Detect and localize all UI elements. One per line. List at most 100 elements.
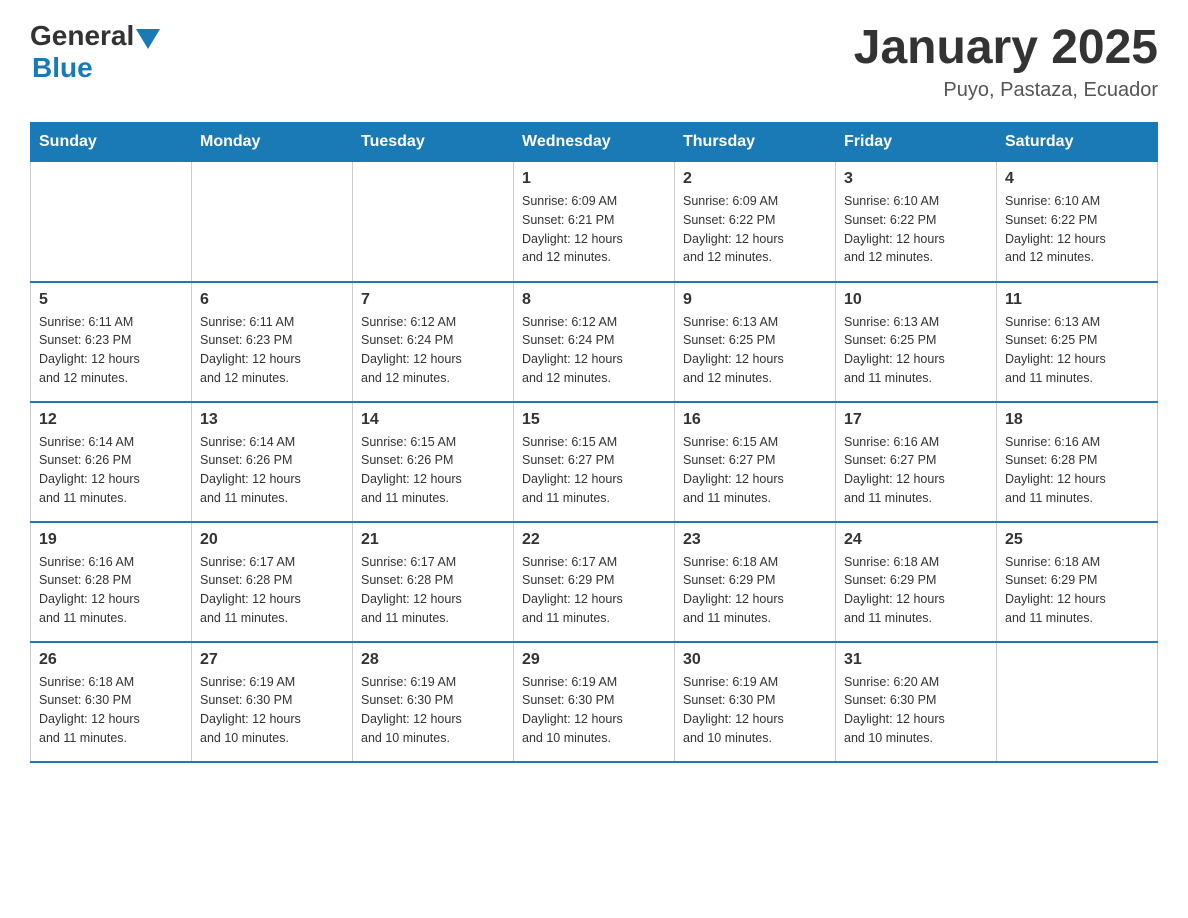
week-row-1: 1 Sunrise: 6:09 AMSunset: 6:21 PMDaylight…: [31, 162, 1158, 282]
week-row-3: 12Sunrise: 6:14 AMSunset: 6:26 PMDayligh…: [31, 402, 1158, 522]
page-header: General Blue January 2025 Puyo, Pastaza,…: [30, 20, 1158, 102]
day-info: Sunrise: 6:18 AMSunset: 6:29 PMDaylight:…: [683, 553, 827, 628]
day-info: Sunrise: 6:16 AMSunset: 6:27 PMDaylight:…: [844, 433, 988, 508]
calendar-cell: 15 Sunrise: 6:15 AMSunset: 6:27 PMDayligh…: [514, 402, 675, 522]
day-info: Sunrise: 6:19 AMSunset: 6:30 PMDaylight:…: [683, 673, 827, 748]
day-number: 13: [200, 411, 344, 429]
day-info: Sunrise: 6:18 AMSunset: 6:29 PMDaylight:…: [844, 553, 988, 628]
day-info: Sunrise: 6:11 AMSunset: 6:23 PMDaylight:…: [200, 313, 344, 388]
title-block: January 2025 Puyo, Pastaza, Ecuador: [854, 20, 1158, 102]
day-info: Sunrise: 6:15 AMSunset: 6:26 PMDaylight:…: [361, 433, 505, 508]
day-number: 6: [200, 291, 344, 309]
week-row-2: 5Sunrise: 6:11 AMSunset: 6:23 PMDaylight…: [31, 282, 1158, 402]
day-number: 30: [683, 651, 827, 669]
day-number: 28: [361, 651, 505, 669]
day-number: 22: [522, 531, 666, 549]
week-row-4: 19 Sunrise: 6:16 AMSunset: 6:28 PMDayligh…: [31, 522, 1158, 642]
day-info: Sunrise: 6:18 AMSunset: 6:30 PMDaylight:…: [39, 673, 183, 748]
calendar-title: January 2025: [854, 20, 1158, 75]
calendar-cell: 16 Sunrise: 6:15 AMSunset: 6:27 PMDayligh…: [675, 402, 836, 522]
day-info: Sunrise: 6:13 AMSunset: 6:25 PMDaylight:…: [844, 313, 988, 388]
calendar-cell: 22Sunrise: 6:17 AMSunset: 6:29 PMDayligh…: [514, 522, 675, 642]
calendar-header: SundayMondayTuesdayWednesdayThursdayFrid…: [31, 123, 1158, 162]
calendar-cell: 11Sunrise: 6:13 AMSunset: 6:25 PMDayligh…: [997, 282, 1158, 402]
day-number: 19: [39, 531, 183, 549]
calendar-cell: 27 Sunrise: 6:19 AMSunset: 6:30 PMDayligh…: [192, 642, 353, 762]
calendar-cell: 4Sunrise: 6:10 AMSunset: 6:22 PMDaylight…: [997, 162, 1158, 282]
calendar-subtitle: Puyo, Pastaza, Ecuador: [854, 79, 1158, 102]
days-of-week-row: SundayMondayTuesdayWednesdayThursdayFrid…: [31, 123, 1158, 162]
calendar-cell: [353, 162, 514, 282]
day-number: 18: [1005, 411, 1149, 429]
day-number: 2: [683, 170, 827, 188]
day-number: 26: [39, 651, 183, 669]
logo-general-text: General: [30, 20, 134, 52]
calendar-cell: 3 Sunrise: 6:10 AMSunset: 6:22 PMDaylight…: [836, 162, 997, 282]
day-number: 31: [844, 651, 988, 669]
day-info: Sunrise: 6:16 AMSunset: 6:28 PMDaylight:…: [1005, 433, 1149, 508]
day-info: Sunrise: 6:13 AMSunset: 6:25 PMDaylight:…: [683, 313, 827, 388]
calendar-cell: 2 Sunrise: 6:09 AMSunset: 6:22 PMDaylight…: [675, 162, 836, 282]
calendar-cell: 6 Sunrise: 6:11 AMSunset: 6:23 PMDaylight…: [192, 282, 353, 402]
day-number: 23: [683, 531, 827, 549]
calendar-cell: 12Sunrise: 6:14 AMSunset: 6:26 PMDayligh…: [31, 402, 192, 522]
day-number: 9: [683, 291, 827, 309]
day-info: Sunrise: 6:15 AMSunset: 6:27 PMDaylight:…: [522, 433, 666, 508]
day-number: 7: [361, 291, 505, 309]
calendar-cell: 29Sunrise: 6:19 AMSunset: 6:30 PMDayligh…: [514, 642, 675, 762]
day-info: Sunrise: 6:09 AMSunset: 6:21 PMDaylight:…: [522, 192, 666, 267]
day-info: Sunrise: 6:13 AMSunset: 6:25 PMDaylight:…: [1005, 313, 1149, 388]
day-info: Sunrise: 6:16 AMSunset: 6:28 PMDaylight:…: [39, 553, 183, 628]
week-row-5: 26 Sunrise: 6:18 AMSunset: 6:30 PMDayligh…: [31, 642, 1158, 762]
day-info: Sunrise: 6:11 AMSunset: 6:23 PMDaylight:…: [39, 313, 183, 388]
calendar-cell: 31 Sunrise: 6:20 AMSunset: 6:30 PMDayligh…: [836, 642, 997, 762]
day-number: 8: [522, 291, 666, 309]
calendar-cell: 25 Sunrise: 6:18 AMSunset: 6:29 PMDayligh…: [997, 522, 1158, 642]
day-info: Sunrise: 6:19 AMSunset: 6:30 PMDaylight:…: [200, 673, 344, 748]
day-number: 15: [522, 411, 666, 429]
day-info: Sunrise: 6:17 AMSunset: 6:28 PMDaylight:…: [361, 553, 505, 628]
calendar-body: 1 Sunrise: 6:09 AMSunset: 6:21 PMDaylight…: [31, 162, 1158, 762]
calendar-cell: 21 Sunrise: 6:17 AMSunset: 6:28 PMDayligh…: [353, 522, 514, 642]
calendar-cell: 26 Sunrise: 6:18 AMSunset: 6:30 PMDayligh…: [31, 642, 192, 762]
day-info: Sunrise: 6:20 AMSunset: 6:30 PMDaylight:…: [844, 673, 988, 748]
calendar-cell: 28Sunrise: 6:19 AMSunset: 6:30 PMDayligh…: [353, 642, 514, 762]
calendar-cell: 13Sunrise: 6:14 AMSunset: 6:26 PMDayligh…: [192, 402, 353, 522]
day-number: 27: [200, 651, 344, 669]
calendar-table: SundayMondayTuesdayWednesdayThursdayFrid…: [30, 122, 1158, 763]
day-number: 17: [844, 411, 988, 429]
day-info: Sunrise: 6:15 AMSunset: 6:27 PMDaylight:…: [683, 433, 827, 508]
day-number: 29: [522, 651, 666, 669]
day-number: 25: [1005, 531, 1149, 549]
calendar-cell: 18 Sunrise: 6:16 AMSunset: 6:28 PMDayligh…: [997, 402, 1158, 522]
day-number: 21: [361, 531, 505, 549]
day-header-friday: Friday: [836, 123, 997, 162]
day-number: 12: [39, 411, 183, 429]
logo: General Blue: [30, 20, 160, 84]
calendar-cell: 23 Sunrise: 6:18 AMSunset: 6:29 PMDayligh…: [675, 522, 836, 642]
day-info: Sunrise: 6:18 AMSunset: 6:29 PMDaylight:…: [1005, 553, 1149, 628]
calendar-cell: 20 Sunrise: 6:17 AMSunset: 6:28 PMDayligh…: [192, 522, 353, 642]
calendar-cell: [997, 642, 1158, 762]
day-number: 14: [361, 411, 505, 429]
calendar-cell: 24Sunrise: 6:18 AMSunset: 6:29 PMDayligh…: [836, 522, 997, 642]
calendar-cell: [31, 162, 192, 282]
day-number: 1: [522, 170, 666, 188]
day-info: Sunrise: 6:10 AMSunset: 6:22 PMDaylight:…: [844, 192, 988, 267]
calendar-cell: 7 Sunrise: 6:12 AMSunset: 6:24 PMDaylight…: [353, 282, 514, 402]
day-header-tuesday: Tuesday: [353, 123, 514, 162]
calendar-cell: 19 Sunrise: 6:16 AMSunset: 6:28 PMDayligh…: [31, 522, 192, 642]
day-number: 20: [200, 531, 344, 549]
day-info: Sunrise: 6:09 AMSunset: 6:22 PMDaylight:…: [683, 192, 827, 267]
calendar-cell: 5Sunrise: 6:11 AMSunset: 6:23 PMDaylight…: [31, 282, 192, 402]
day-header-saturday: Saturday: [997, 123, 1158, 162]
calendar-cell: 14 Sunrise: 6:15 AMSunset: 6:26 PMDayligh…: [353, 402, 514, 522]
calendar-cell: 17 Sunrise: 6:16 AMSunset: 6:27 PMDayligh…: [836, 402, 997, 522]
day-number: 16: [683, 411, 827, 429]
day-info: Sunrise: 6:12 AMSunset: 6:24 PMDaylight:…: [361, 313, 505, 388]
logo-blue-text: Blue: [32, 52, 160, 84]
calendar-cell: 1 Sunrise: 6:09 AMSunset: 6:21 PMDaylight…: [514, 162, 675, 282]
day-info: Sunrise: 6:17 AMSunset: 6:28 PMDaylight:…: [200, 553, 344, 628]
day-number: 3: [844, 170, 988, 188]
calendar-cell: 8Sunrise: 6:12 AMSunset: 6:24 PMDaylight…: [514, 282, 675, 402]
